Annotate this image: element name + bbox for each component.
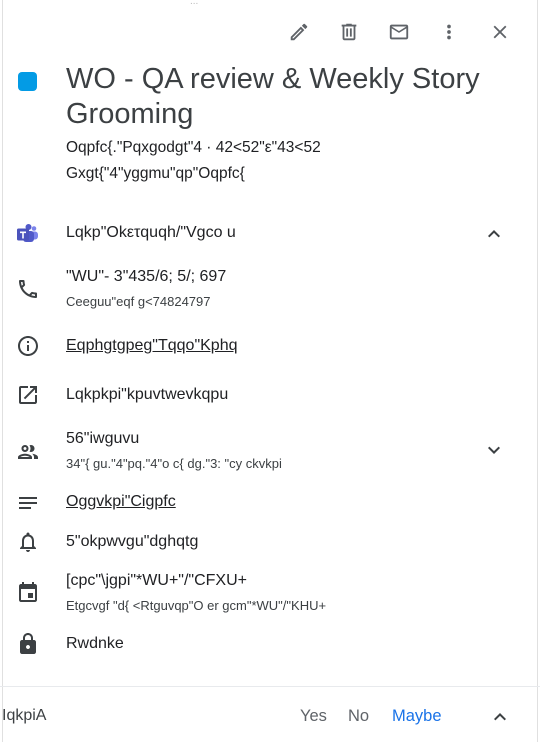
info-icon xyxy=(16,334,40,358)
more-vert-icon xyxy=(447,24,451,40)
joining-instructions-link[interactable]: Lqkpkpi"kpuvtwevkqpu xyxy=(66,386,228,404)
chevron-down-icon xyxy=(488,446,500,454)
bell-icon xyxy=(16,530,40,554)
lock-icon xyxy=(16,632,40,656)
envelope-icon xyxy=(389,24,409,40)
top-stub-text: ... xyxy=(190,0,198,4)
email-guests-button[interactable] xyxy=(374,14,424,50)
teams-collapse-button[interactable] xyxy=(482,222,506,246)
access-code: Ceeguu"eqf g<74824797 xyxy=(66,294,211,309)
rsvp-footer: IqkpiA Yes No Maybe xyxy=(0,686,540,742)
chevron-up-icon xyxy=(494,713,506,721)
calendar-icon xyxy=(16,580,40,604)
toolbar xyxy=(274,14,522,50)
event-title-row: WO - QA review & Weekly Story Grooming xyxy=(18,62,520,132)
going-label: IqkpiA xyxy=(2,707,47,724)
guest-count: 56"iwguvu xyxy=(66,430,140,447)
guest-rsvp-summary: 34"{ gu."4"pq."4"o c{ dg."3: "cy ckvkpi xyxy=(66,456,282,471)
guests-expand-button[interactable] xyxy=(482,438,506,462)
conference-room-info-link[interactable]: Eqphgtgpeg"Tqqo"Kphq xyxy=(66,337,238,355)
event-color-swatch xyxy=(18,72,37,91)
rsvp-options-button[interactable] xyxy=(488,705,512,729)
delete-button[interactable] xyxy=(324,14,374,50)
pencil-icon xyxy=(290,23,308,41)
chevron-up-icon xyxy=(488,230,500,238)
notification-label: 5"okpwvgu"dghqtg xyxy=(66,533,199,550)
notes-icon xyxy=(16,491,40,515)
meeting-agenda-link[interactable]: Oggvkpi"Cigpfc xyxy=(66,493,176,511)
people-icon xyxy=(16,440,40,464)
event-creator: Etgcvgf "d{ <Rtguvqp"O er gcm"*WU"/"KHU+ xyxy=(66,598,327,613)
event-title: WO - QA review & Weekly Story Grooming xyxy=(66,63,480,130)
teams-icon xyxy=(16,222,40,246)
more-options-button[interactable] xyxy=(424,14,474,50)
rsvp-yes-button[interactable]: Yes xyxy=(300,707,327,726)
rsvp-maybe-button[interactable]: Maybe xyxy=(392,707,442,726)
close-icon xyxy=(493,25,507,39)
calendar-owner: [cpc"\jgpi"*WU+"/"CFXU+ xyxy=(66,572,247,589)
open-in-new-icon xyxy=(16,383,40,407)
rsvp-no-button[interactable]: No xyxy=(348,707,369,726)
close-button[interactable] xyxy=(478,14,522,50)
phone-number-link[interactable]: "WU"- 3"435/6; 5/; 697 xyxy=(66,268,226,286)
phone-icon xyxy=(16,277,40,301)
join-teams-link[interactable]: Lqkp"Okετquqh/"Vgco u xyxy=(66,224,236,242)
event-recurrence: Gxgt{"4"yggmu"qp"Oqpfc{ xyxy=(66,165,245,182)
trash-icon xyxy=(341,23,357,41)
visibility-label: Rwdnke xyxy=(66,635,124,652)
edit-button[interactable] xyxy=(274,14,324,50)
event-date-time: Oqpfc{."Pqxgodgt"4 · 42<52"ε"43<52 xyxy=(66,139,321,156)
